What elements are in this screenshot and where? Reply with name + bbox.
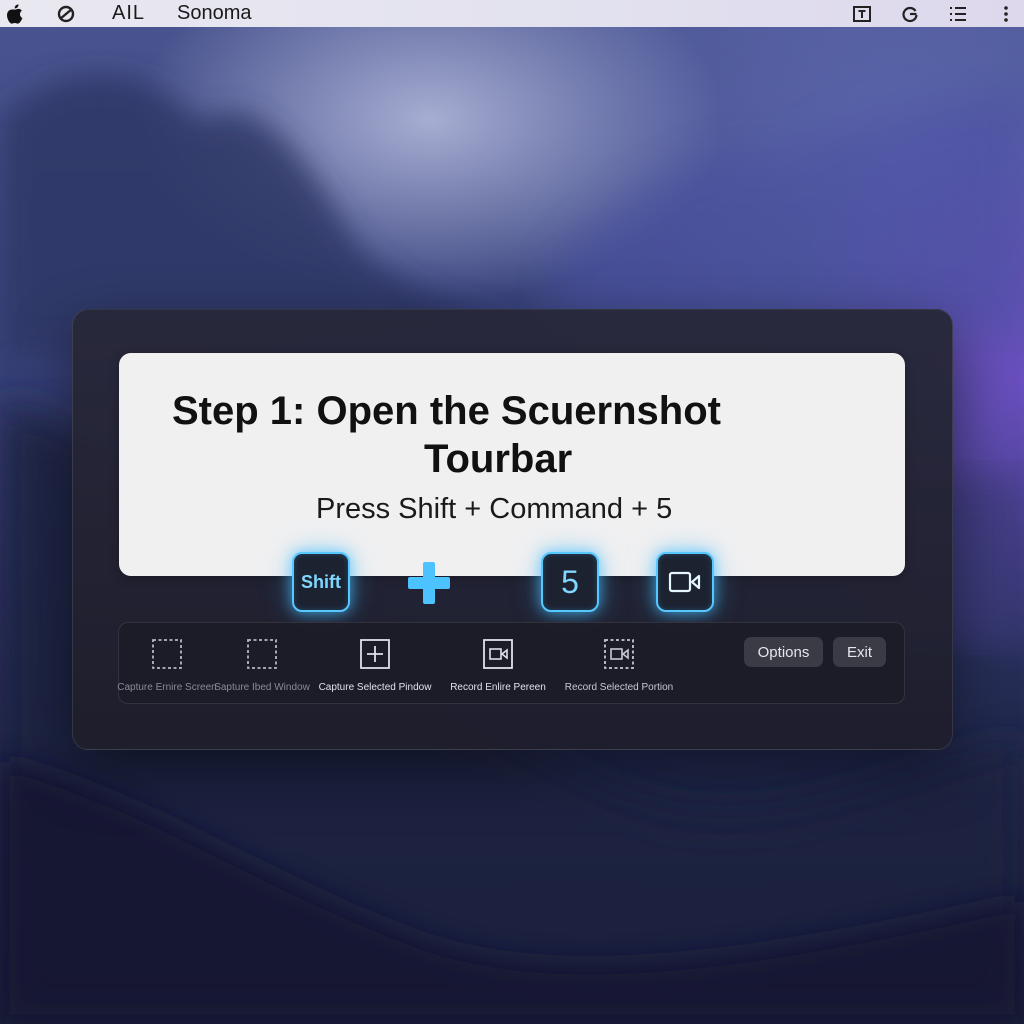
plus-box-icon xyxy=(360,639,390,669)
tool-capture-window[interactable]: Sapture Ibed Window xyxy=(214,623,310,705)
five-key: 5 xyxy=(541,552,599,612)
refresh-icon[interactable] xyxy=(900,4,920,24)
tool-record-selected-portion[interactable]: Record Selected Portion xyxy=(559,623,679,705)
app-name-menu[interactable]: Sonoma xyxy=(177,2,252,25)
tool-label: Capture Selected Pindow xyxy=(318,682,432,693)
list-icon[interactable] xyxy=(948,4,968,24)
apple-icon[interactable] xyxy=(6,3,24,24)
video-camera-icon xyxy=(668,571,701,593)
exit-button[interactable]: Exit xyxy=(833,637,886,667)
menu-item-all[interactable]: AIL xyxy=(112,2,145,25)
tool-label: Record Enlire Pereen xyxy=(450,682,546,693)
dashed-window-icon xyxy=(247,639,277,669)
plus-icon xyxy=(408,562,450,604)
instruction-card: Step 1: Open the Scuernshot Tourbar Pres… xyxy=(119,353,905,576)
tool-label: Capture Ernire Screen xyxy=(117,682,217,693)
step-instruction: Press Shift + Command + 5 xyxy=(316,493,673,525)
record-screen-icon xyxy=(483,639,513,669)
record-portion-icon xyxy=(604,639,634,669)
menu-bar: AIL Sonoma xyxy=(0,0,1024,27)
tool-record-entire-screen[interactable]: Record Enlire Pereen xyxy=(443,623,553,705)
record-key xyxy=(656,552,714,612)
text-box-icon[interactable] xyxy=(852,4,872,24)
step-title-line-2: Tourbar xyxy=(424,437,573,481)
options-button[interactable]: Options xyxy=(744,637,823,667)
dashed-rectangle-icon xyxy=(152,639,182,669)
control-center-icon[interactable] xyxy=(56,4,76,24)
tool-label: Record Selected Portion xyxy=(564,682,674,693)
shift-key-label: Shift xyxy=(301,571,341,592)
tool-capture-selected[interactable]: Capture Selected Pindow xyxy=(315,623,435,705)
shift-key: Shift xyxy=(292,552,350,612)
step-title-line-1: Step 1: Open the Scuernshot xyxy=(172,389,721,433)
five-key-label: 5 xyxy=(561,563,579,600)
tool-capture-entire-screen[interactable]: Capture Ernire Screen xyxy=(117,623,217,705)
tool-label: Sapture Ibed Window xyxy=(214,682,310,693)
more-vertical-icon[interactable] xyxy=(996,4,1016,24)
